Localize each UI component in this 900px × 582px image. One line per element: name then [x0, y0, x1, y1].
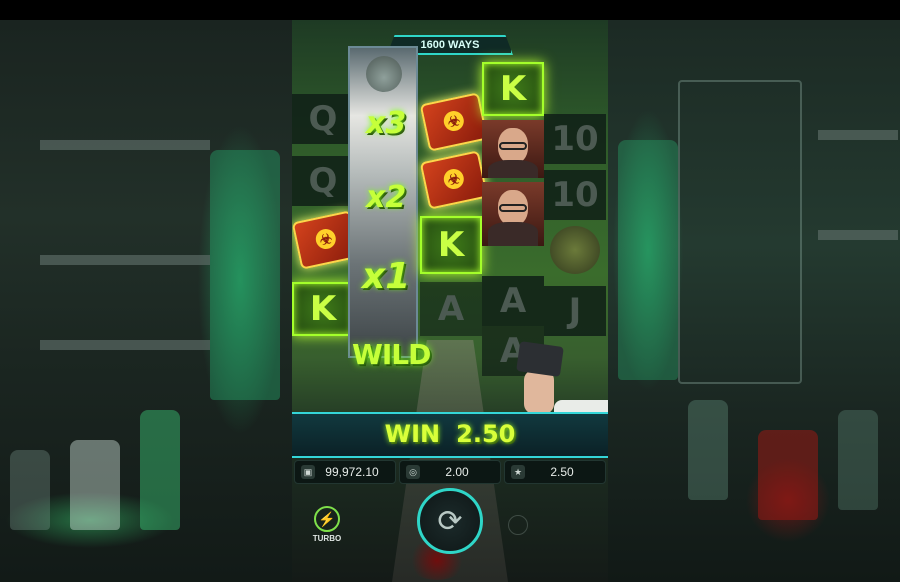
flask [10, 450, 50, 530]
glasses [499, 142, 527, 150]
flask [838, 410, 878, 510]
pistol [516, 341, 564, 377]
win-icon: ★ [511, 465, 525, 479]
win-value: 2.50 [550, 465, 574, 479]
symbol-j: J [544, 286, 606, 336]
multiplier-x1: x1 [362, 256, 411, 297]
body [488, 160, 538, 178]
shelf [818, 230, 898, 240]
wallet-icon: ▣ [301, 465, 315, 479]
top-black-bar [0, 0, 900, 20]
flask [688, 400, 728, 500]
shelf [40, 140, 210, 150]
cabinet [678, 80, 802, 384]
beaker [70, 440, 120, 530]
turbo-label: TURBO [312, 534, 342, 543]
symbol-q: Q [292, 94, 354, 144]
biohazard-icon: ☣ [441, 167, 466, 191]
symbol-10: 10 [544, 114, 606, 164]
spin-icon: ⟳ [437, 504, 463, 538]
biohazard-icon: ☣ [313, 227, 338, 251]
specimen-tank [618, 140, 678, 380]
shelf [818, 130, 898, 140]
shelf [40, 255, 210, 265]
symbol-k-highlighted: K [482, 62, 544, 116]
coins-icon: ◎ [406, 465, 420, 479]
balance-display[interactable]: ▣ 99,972.10 [294, 460, 396, 484]
gas-mask-symbol [550, 226, 600, 274]
biohazard-bag-symbol: ☣ [419, 150, 489, 210]
turbo-icon[interactable]: ⚡ [314, 506, 340, 532]
symbol-k-highlighted: K [292, 282, 354, 336]
spin-button[interactable]: ⟳ [417, 488, 483, 554]
symbol-k-highlighted: K [420, 216, 482, 274]
lab-background-right [608, 20, 900, 582]
body [488, 222, 538, 246]
multiplier-x3: x3 [366, 106, 407, 141]
win-display-stat: ★ 2.50 [504, 460, 606, 484]
autoplay-icon[interactable] [508, 515, 528, 535]
win-display: WIN 2.50 [292, 420, 608, 448]
shelf [40, 340, 210, 350]
stats-bar: ▣ 99,972.10 ◎ 2.00 ★ 2.50 [292, 460, 608, 484]
win-banner: WIN 2.50 [292, 412, 608, 458]
flask [140, 410, 180, 530]
balance-value: 99,972.10 [325, 465, 379, 479]
win-label: WIN [384, 420, 441, 448]
multiplier-x2: x2 [366, 180, 407, 215]
scientist-woman-symbol [482, 182, 544, 246]
symbol-a: A [420, 282, 482, 336]
red-flask [758, 430, 818, 520]
win-amount: 2.50 [456, 420, 516, 448]
biohazard-bag-symbol: ☣ [419, 92, 489, 152]
biohazard-icon: ☣ [441, 109, 466, 133]
zombie-head [366, 56, 402, 92]
bet-display[interactable]: ◎ 2.00 [399, 460, 501, 484]
symbol-a: A [482, 276, 544, 326]
bet-value: 2.00 [445, 465, 469, 479]
symbol-10: 10 [544, 170, 606, 220]
glasses [499, 204, 527, 212]
symbol-q: Q [292, 156, 354, 206]
specimen-tank [210, 150, 280, 400]
wild-label: WILD [352, 338, 431, 371]
slot-game-area: 1600 WAYS Q Q ☣ K x3 x2 x1 WILD ☣ ☣ K A … [292, 20, 608, 582]
scientist-woman-symbol [482, 120, 544, 178]
hand [524, 370, 554, 414]
lab-background-left [0, 20, 292, 582]
